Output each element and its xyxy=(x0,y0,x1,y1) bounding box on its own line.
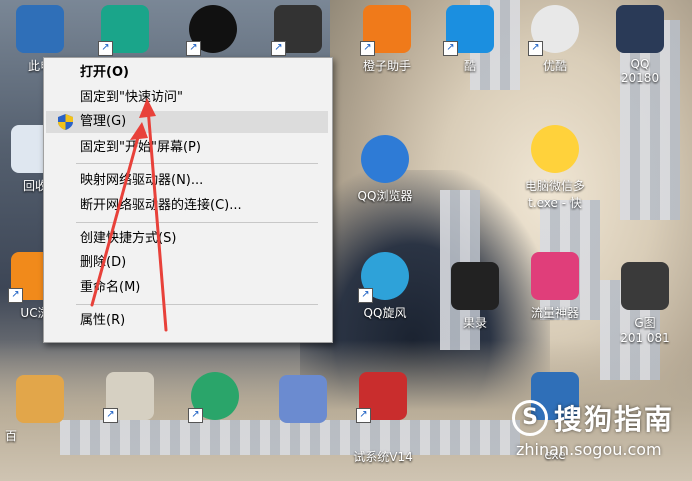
icon-label-line2: t.exe - 快 xyxy=(528,196,582,210)
music-app-icon: ↗ xyxy=(443,5,494,56)
shortcut-arrow-icon: ↗ xyxy=(186,41,201,56)
menu-item-manage[interactable]: 管理(G) xyxy=(46,111,328,133)
icon-label: QQ浏览器 xyxy=(357,189,413,203)
folder-icon xyxy=(279,375,327,423)
menu-item-label: 创建快捷方式(S) xyxy=(80,231,177,246)
menu-item-pin-quick-access[interactable]: 固定到"快速访问" xyxy=(46,87,328,109)
desktop-icon-qq-xuanfeng[interactable]: ↗ QQ旋风 xyxy=(350,252,420,321)
icon-label-line2: 201 081 xyxy=(620,331,670,345)
menu-item-rename[interactable]: 重命名(M) xyxy=(46,277,328,299)
menu-item-label: 固定到"开始"屏幕(P) xyxy=(80,140,201,155)
shortcut-arrow-icon: ↗ xyxy=(528,41,543,56)
uac-shield-icon xyxy=(58,114,73,130)
icon-label: 电脑微信多 xyxy=(524,179,585,193)
watermark-title: 搜狗指南 xyxy=(554,403,675,436)
shortcut-arrow-icon: ↗ xyxy=(358,288,373,303)
mosaic-blur xyxy=(60,420,520,455)
shortcut-arrow-icon: ↗ xyxy=(98,41,113,56)
icon-label: 酷 xyxy=(463,59,476,73)
folder-icon xyxy=(16,375,64,423)
menu-separator xyxy=(76,222,318,223)
desktop-icon-traffic-tool[interactable]: 流量神器 xyxy=(520,252,590,321)
computer-icon xyxy=(16,5,64,53)
shortcut-arrow-icon: ↗ xyxy=(271,41,286,56)
flower-icon: ↗ xyxy=(103,372,154,423)
menu-item-label: 重命名(M) xyxy=(80,280,141,295)
sogou-watermark: S 搜狗指南 zhinan.sogou.com xyxy=(512,398,690,468)
test-app-icon: ↗ xyxy=(356,372,407,423)
menu-item-label: 断开网络驱动器的连接(C)... xyxy=(80,198,242,213)
shortcut-arrow-icon: ↗ xyxy=(8,288,23,303)
image-file-icon xyxy=(621,262,669,310)
menu-item-open[interactable]: 打开(O) xyxy=(46,62,328,84)
icon-label: G图 xyxy=(634,316,656,330)
penguin-icon: ↗ xyxy=(186,5,237,56)
menu-item-label: 固定到"快速访问" xyxy=(80,90,183,105)
download-arrow-icon: ↗ xyxy=(358,252,409,303)
menu-item-pin-start[interactable]: 固定到"开始"屏幕(P) xyxy=(46,137,328,159)
desktop-icon-kugou[interactable]: ↗ 酷 xyxy=(435,5,505,74)
desktop-icon-qq-folder[interactable]: QQ 20180 xyxy=(605,5,675,85)
desktop-icon-pictures[interactable]: G图 201 081 xyxy=(610,262,680,345)
shortcut-arrow-icon: ↗ xyxy=(103,408,118,423)
shield-app-icon: ↗ xyxy=(98,5,149,56)
colorful-cube-icon xyxy=(531,252,579,300)
desktop-icon-green-app[interactable]: ↗ xyxy=(180,372,250,423)
menu-item-map-drive[interactable]: 映射网络驱动器(N)... xyxy=(46,170,328,192)
menu-separator xyxy=(76,163,318,164)
desktop-icon-recorder[interactable]: 果录 xyxy=(440,262,510,331)
shortcut-arrow-icon: ↗ xyxy=(360,41,375,56)
icon-label-line2: 20180 xyxy=(620,71,660,85)
icon-label: 百 xyxy=(5,429,18,443)
context-menu: 打开(O) 固定到"快速访问" 管理(G) 固定到"开始"屏幕(P) 映射网络驱… xyxy=(43,57,333,343)
desktop-icon-test-system[interactable]: ↗ 试系统V14 xyxy=(348,372,418,465)
icon-label: 果录 xyxy=(462,316,487,330)
desktop-icon-youku[interactable]: ↗ 优酷 xyxy=(520,5,590,74)
menu-separator xyxy=(76,304,318,305)
icon-label: 橙子助手 xyxy=(362,59,411,73)
watermark-url: zhinan.sogou.com xyxy=(516,440,662,459)
icon-label: QQ xyxy=(630,57,650,71)
shortcut-arrow-icon: ↗ xyxy=(188,408,203,423)
wifi-app-icon xyxy=(451,262,499,310)
menu-item-label: 映射网络驱动器(N)... xyxy=(80,173,204,188)
magic-wand-icon: ↗ xyxy=(271,5,322,56)
desktop-icon-qq-browser[interactable]: QQ浏览器 xyxy=(350,135,420,204)
menu-item-label: 属性(R) xyxy=(80,313,126,328)
desktop-icon-wand[interactable]: ↗ xyxy=(263,5,333,56)
menu-item-label: 管理(G) xyxy=(80,114,127,129)
icon-label: 流量神器 xyxy=(530,306,579,320)
desktop-icon-orange-helper[interactable]: ↗ 橙子助手 xyxy=(352,5,422,74)
smiley-icon xyxy=(531,125,579,173)
image-file-icon xyxy=(616,5,664,53)
shortcut-arrow-icon: ↗ xyxy=(443,41,458,56)
sogou-logo-icon: S xyxy=(512,400,548,436)
icon-label: 试系统V14 xyxy=(353,450,413,464)
menu-item-label: 打开(O) xyxy=(80,65,129,80)
desktop-icon-folder[interactable]: 百 xyxy=(5,375,75,444)
menu-item-label: 删除(D) xyxy=(80,255,127,270)
menu-item-create-shortcut[interactable]: 创建快捷方式(S) xyxy=(46,228,328,250)
menu-item-delete[interactable]: 删除(D) xyxy=(46,252,328,274)
desktop-icon-wechat-multi[interactable]: 电脑微信多 t.exe - 快 xyxy=(520,125,590,211)
icon-label: 优酷 xyxy=(542,59,567,73)
circle-app-icon: ↗ xyxy=(188,372,239,423)
play-icon: ↗ xyxy=(528,5,579,56)
desktop-icon-folder-2[interactable] xyxy=(268,375,338,423)
menu-item-disconnect-drive[interactable]: 断开网络驱动器的连接(C)... xyxy=(46,195,328,217)
browser-icon xyxy=(361,135,409,183)
desktop-icon-qq[interactable]: ↗ xyxy=(178,5,248,56)
desktop-icon-app[interactable]: ↗ xyxy=(90,5,160,56)
desktop-icon-flower[interactable]: ↗ xyxy=(95,372,165,423)
shortcut-arrow-icon: ↗ xyxy=(356,408,371,423)
menu-item-properties[interactable]: 属性(R) xyxy=(46,310,328,332)
orange-app-icon: ↗ xyxy=(360,5,411,56)
icon-label: QQ旋风 xyxy=(363,306,407,320)
